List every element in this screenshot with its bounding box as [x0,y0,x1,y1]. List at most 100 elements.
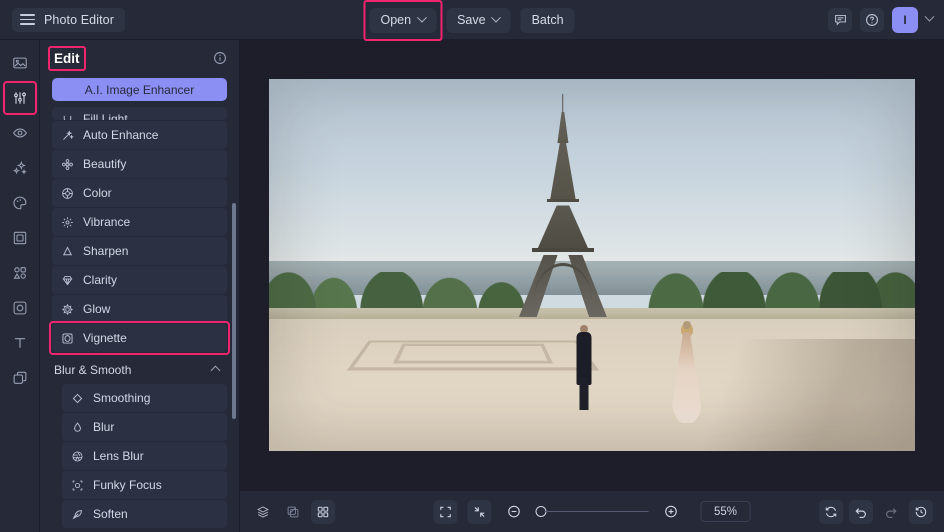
list-item-soften[interactable]: Soften [62,500,227,528]
layers-button[interactable] [251,500,275,524]
aperture-icon [71,450,84,463]
feedback-button[interactable] [828,8,852,32]
palette-icon [12,195,28,211]
eye-icon [12,125,28,141]
compare-icon [286,505,300,519]
list-item-beautify[interactable]: Beautify [52,150,227,178]
zoom-in-button[interactable] [659,500,683,524]
history-tools [819,500,933,524]
open-button-label: Open [380,13,411,27]
undo-button[interactable] [849,500,873,524]
diamond-icon [61,274,74,287]
reset-icon [824,505,838,519]
app-menu-button[interactable]: Photo Editor [12,8,125,32]
mask-icon [12,300,28,316]
list-item-funky-focus[interactable]: Funky Focus [62,471,227,499]
panel-header: Edit [40,40,239,76]
list-item-color[interactable]: Color [52,179,227,207]
rail-item-retouch[interactable] [7,120,33,146]
image-icon [12,55,28,71]
chevron-down-icon [417,12,427,22]
droplet-icon [71,421,84,434]
panel-info-button[interactable] [213,51,227,65]
list-item-auto-enhance[interactable]: Auto Enhance [52,121,227,149]
canvas-area[interactable] [240,40,944,490]
panel-scrollbar[interactable] [232,203,236,419]
rail-item-effects[interactable] [7,155,33,181]
account-actions: I [828,7,933,33]
panel-title: Edit [54,51,80,66]
rhombus-icon [71,392,84,405]
rail-item-shapes[interactable] [7,260,33,286]
list-item-vibrance[interactable]: Vibrance [52,208,227,236]
collapse-arrows-icon [473,505,487,519]
hamburger-icon [20,14,35,25]
fit-screen-button[interactable] [434,500,458,524]
list-item-clarity[interactable]: Clarity [52,266,227,294]
rail-item-color[interactable] [7,190,33,216]
help-button[interactable] [860,8,884,32]
rail-item-text[interactable] [7,330,33,356]
color-wheel-icon [61,187,74,200]
app-title: Photo Editor [44,13,114,27]
open-button[interactable]: Open [369,8,436,33]
list-item-sharpen[interactable]: Sharpen [52,237,227,265]
redo-button[interactable] [879,500,903,524]
text-icon [12,335,28,351]
list-item-vignette[interactable]: Vignette [52,324,227,352]
compare-button[interactable] [281,500,305,524]
chevron-up-icon[interactable] [211,365,221,375]
history-button[interactable] [909,500,933,524]
list-item-smoothing[interactable]: Smoothing [62,384,227,412]
list-item-glow[interactable]: Glow [52,295,227,323]
shrink-button[interactable] [468,500,492,524]
list-item-fill-light[interactable]: Fill Light [52,107,227,120]
frame-icon [12,230,28,246]
zoom-slider[interactable] [536,506,649,517]
rail-item-overlay[interactable] [7,365,33,391]
grid-icon [316,505,330,519]
chat-bubble-icon [834,13,847,26]
gear-glow-icon [61,303,74,316]
batch-button[interactable]: Batch [521,8,575,33]
history-icon [914,505,928,519]
ai-image-enhancer-button[interactable]: A.I. Image Enhancer [52,78,227,101]
batch-button-label: Batch [532,13,564,27]
view-tools [251,500,335,524]
list-item-label: Vibrance [83,215,130,229]
grid-button[interactable] [311,500,335,524]
rail-item-mask[interactable] [7,295,33,321]
section-blur-and-smooth[interactable]: Blur & Smooth [52,356,227,384]
list-item-label: Color [83,186,112,200]
fit-screen-icon [439,505,453,519]
minus-circle-icon [506,504,521,519]
list-item-label: Soften [93,507,128,521]
list-item-lens-blur[interactable]: Lens Blur [62,442,227,470]
list-item-blur[interactable]: Blur [62,413,227,441]
list-item-label: Clarity [83,273,117,287]
list-item-label: Glow [83,302,110,316]
zoom-slider-track[interactable] [545,511,649,513]
avatar[interactable]: I [892,7,918,33]
bottom-toolbar: 55% [240,490,944,532]
save-button[interactable]: Save [446,8,511,33]
rail-item-frames[interactable] [7,225,33,251]
list-item-label: Auto Enhance [83,128,158,142]
fill-light-icon [61,113,74,120]
photo-preview[interactable] [269,79,915,451]
rail-item-image[interactable] [7,50,33,76]
layers-copy-icon [12,370,28,386]
reset-button[interactable] [819,500,843,524]
photo-vignette-overlay [269,79,915,451]
redo-icon [884,505,898,519]
tool-rail [0,40,40,532]
zoom-level-value[interactable]: 55% [701,501,751,522]
undo-icon [854,505,868,519]
rail-item-edit[interactable] [7,85,33,111]
chevron-down-icon[interactable] [925,12,935,22]
list-item-label: Blur [93,420,114,434]
sparkle-burst-icon [61,216,74,229]
panel-scroll-area[interactable]: Fill Light Auto Enhance Beautify [40,107,239,532]
zoom-out-button[interactable] [502,500,526,524]
adjust-list: Fill Light Auto Enhance Beautify [40,107,239,528]
